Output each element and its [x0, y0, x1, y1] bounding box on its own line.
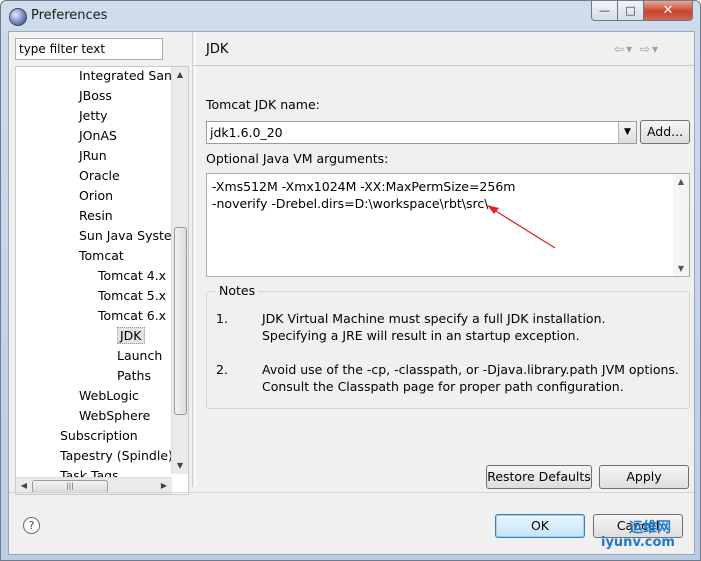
tree-item[interactable]: Launch	[117, 347, 162, 365]
tree-item-label: Oracle	[79, 168, 120, 183]
tree-item[interactable]: Oracle	[79, 167, 120, 185]
watermark-line: iyunv.com	[601, 535, 675, 550]
note-text: Avoid use of the -cp, -classpath, or -Dj…	[262, 362, 679, 377]
tree-item[interactable]: Tomcat 6.x	[98, 307, 166, 325]
tree-vertical-scrollbar[interactable]: ▲ ▼	[171, 67, 188, 474]
tree-item-label: JBoss	[79, 88, 112, 103]
apply-button[interactable]: Apply	[599, 465, 689, 489]
preferences-window: Preferences — □ ✕ type filter text Integ…	[0, 0, 701, 561]
watermark-logo: 运维网 iyunv.com	[601, 517, 693, 553]
forward-menu-chevron-icon[interactable]: ▾	[652, 42, 660, 56]
jdk-name-select[interactable]: jdk1.6.0_20 ▼	[206, 121, 637, 144]
filter-input[interactable]: type filter text	[15, 38, 163, 60]
tree-item-label: Resin	[79, 208, 113, 223]
note-text: Consult the Classpath page for proper pa…	[262, 379, 624, 394]
preferences-tree: Integrated Sand JBoss Jetty JOnAS JRun Oracle…	[15, 66, 189, 495]
tree-item[interactable]: Tomcat	[79, 247, 124, 265]
tree-item[interactable]: Jetty	[79, 107, 108, 125]
notes-title: Notes	[216, 283, 259, 298]
eclipse-app-icon	[9, 8, 27, 26]
tree-item[interactable]: Orion	[79, 187, 113, 205]
tree-item-label: Sun Java System	[79, 228, 184, 243]
back-arrow-icon[interactable]: ⇦	[614, 42, 626, 56]
pane-separator[interactable]	[192, 32, 196, 487]
minimize-button[interactable]: —	[591, 1, 618, 21]
textarea-scrollbar[interactable]: ▲ ▼	[673, 174, 689, 276]
scroll-down-icon[interactable]: ▼	[673, 264, 689, 273]
tree-item-label: JRun	[79, 148, 107, 163]
note-text: JDK Virtual Machine must specify a full …	[262, 311, 606, 326]
footer-divider	[9, 492, 694, 493]
tree-item-label: Paths	[117, 368, 151, 383]
tree-item[interactable]: Sun Java System	[79, 227, 184, 245]
tree-item-label: Launch	[117, 348, 163, 363]
tree-item[interactable]: JDK	[117, 327, 145, 345]
scroll-down-icon[interactable]: ▼	[172, 458, 188, 474]
tree-item-label: Tomcat 5.x	[98, 288, 167, 303]
tree-item-label: Orion	[79, 188, 114, 203]
tree-item[interactable]: WebSphere	[79, 407, 150, 425]
tree-item-label: Tomcat	[79, 248, 124, 263]
watermark-line: 运维网	[629, 520, 671, 536]
tree-item[interactable]: JBoss	[79, 87, 112, 105]
tree-item[interactable]: Tomcat 4.x	[98, 267, 166, 285]
tree-item-label: JDK	[117, 327, 145, 344]
tree-item[interactable]: Integrated Sand	[79, 67, 180, 85]
chevron-down-icon[interactable]: ▼	[618, 122, 636, 143]
back-menu-chevron-icon[interactable]: ▾	[626, 42, 634, 56]
ok-button[interactable]: OK	[495, 514, 585, 538]
jdk-name-value: jdk1.6.0_20	[210, 125, 283, 140]
tree-item[interactable]: Tapestry (Spindle)	[60, 447, 173, 465]
tree-item[interactable]: Paths	[117, 367, 151, 385]
maximize-button[interactable]: □	[617, 1, 644, 21]
tree-item-label: WebLogic	[79, 388, 139, 403]
tree-item-label: Subscription	[60, 428, 138, 443]
tree-item[interactable]: Subscription	[60, 427, 138, 445]
vm-args-line: -Xms512M -Xmx1024M -XX:MaxPermSize=256m	[212, 179, 516, 194]
tree-item-label: WebSphere	[79, 408, 151, 423]
restore-defaults-button[interactable]: Restore Defaults	[486, 465, 592, 489]
vm-args-label: Optional Java VM arguments:	[206, 151, 389, 166]
tree-item[interactable]: JOnAS	[79, 127, 117, 145]
note-number: 2.	[216, 362, 228, 377]
jdk-name-label: Tomcat JDK name:	[206, 97, 320, 112]
close-button[interactable]: ✕	[643, 1, 693, 21]
note-text: Specifying a JRE will result in an start…	[262, 328, 580, 343]
annotation-arrow-icon	[487, 205, 556, 249]
dialog-client-area: type filter text Integrated Sand JBoss Jet…	[8, 31, 695, 555]
title-divider	[194, 65, 694, 66]
scroll-up-icon[interactable]: ▲	[172, 67, 188, 83]
help-icon[interactable]: ?	[23, 517, 40, 534]
history-nav[interactable]: ⇦▾ ⇨▾	[614, 42, 660, 56]
tree-item-label: Integrated Sand	[79, 68, 180, 83]
window-title: Preferences	[31, 8, 108, 23]
tree-item-label: Tomcat 6.x	[98, 308, 167, 323]
scroll-up-icon[interactable]: ▲	[673, 177, 689, 186]
vm-args-textarea[interactable]: -Xms512M -Xmx1024M -XX:MaxPermSize=256m …	[206, 173, 690, 277]
page-title: JDK	[206, 42, 229, 57]
vm-args-line: -noverify -Drebel.dirs=D:\workspace\rbt\…	[212, 196, 489, 211]
scroll-thumb[interactable]	[174, 227, 187, 415]
tree-item[interactable]: JRun	[79, 147, 107, 165]
tree-item[interactable]: Tomcat 5.x	[98, 287, 166, 305]
tree-item-label: JOnAS	[79, 128, 117, 143]
add-jdk-button[interactable]: Add...	[640, 120, 690, 144]
tree-item-label: Tapestry (Spindle)	[60, 448, 173, 463]
tree-item[interactable]: Resin	[79, 207, 113, 225]
tree-item-label: Jetty	[79, 108, 108, 123]
note-number: 1.	[216, 311, 228, 326]
title-bar[interactable]: Preferences — □ ✕	[1, 1, 700, 31]
tree-item[interactable]: WebLogic	[79, 387, 139, 405]
tree-item-label: Tomcat 4.x	[98, 268, 167, 283]
forward-arrow-icon[interactable]: ⇨	[640, 42, 652, 56]
